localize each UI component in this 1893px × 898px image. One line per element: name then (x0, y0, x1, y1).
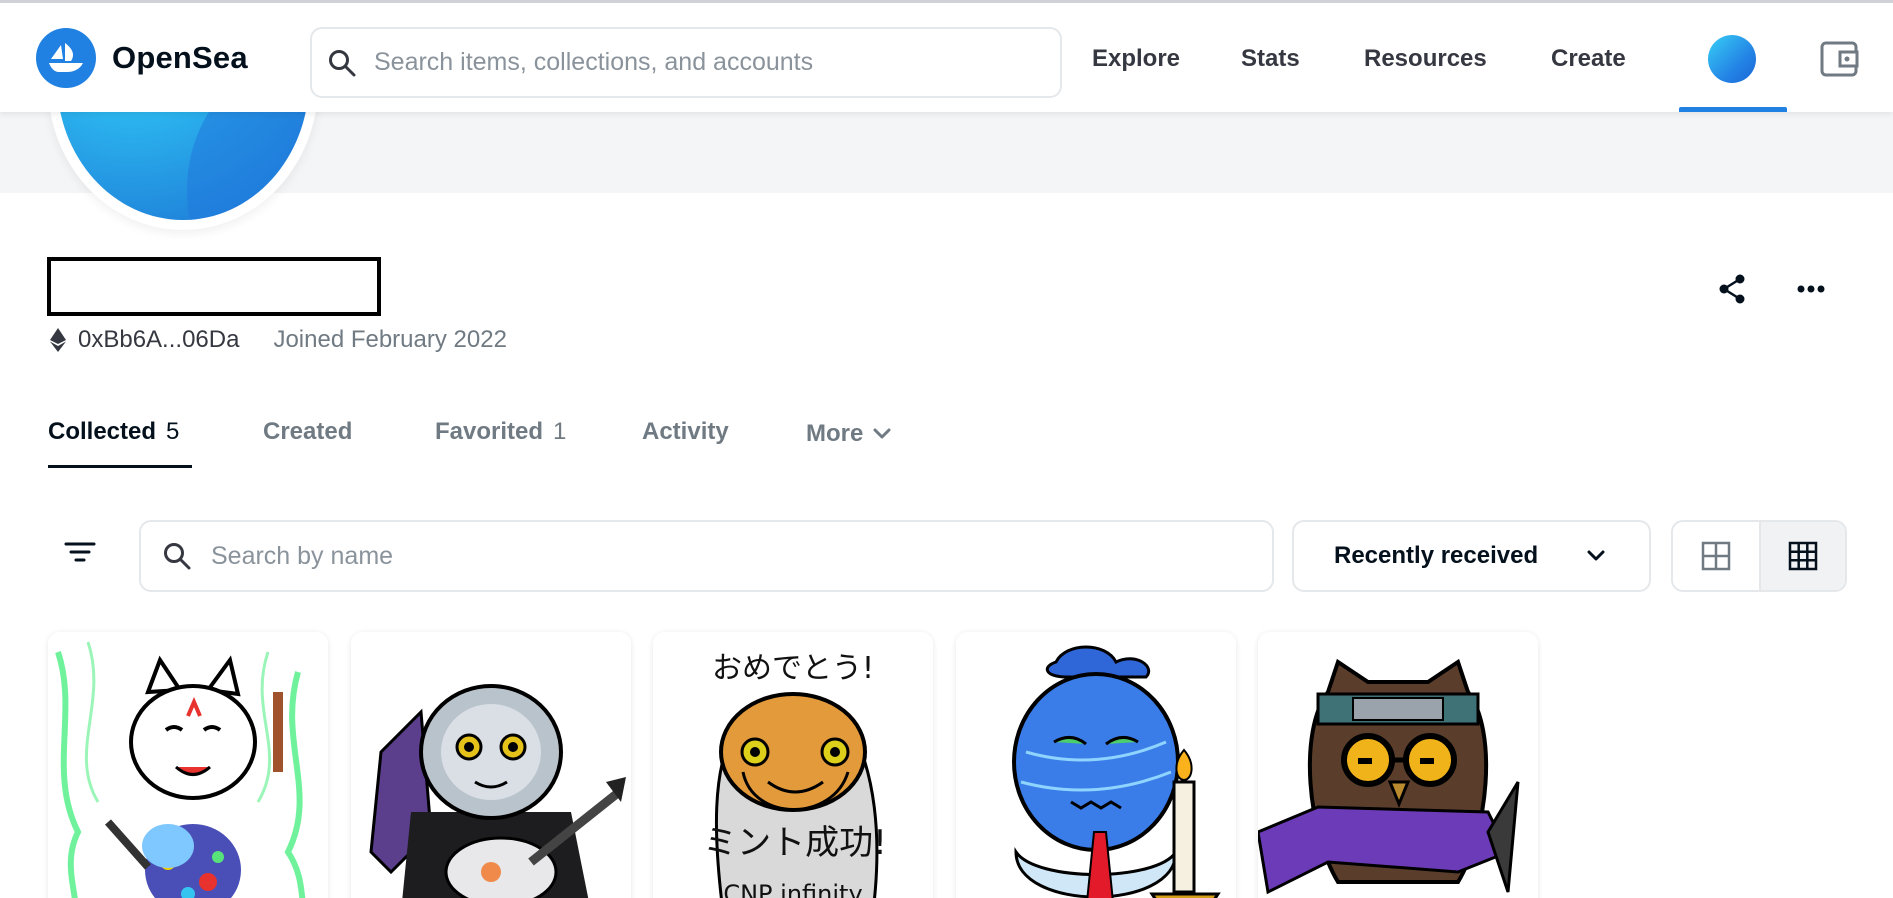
ethereum-icon (50, 328, 66, 352)
tab-created[interactable]: Created (263, 418, 352, 446)
nav-explore[interactable]: Explore (1092, 45, 1180, 73)
tab-more[interactable]: More (806, 420, 891, 448)
top-navbar: OpenSea Search items, collections, and a… (0, 0, 1893, 112)
view-toggle (1671, 520, 1847, 592)
chevron-down-icon (1587, 550, 1605, 561)
ellipsis-icon (1797, 285, 1825, 293)
more-options-button[interactable] (1797, 280, 1825, 298)
nft-card-kitsune-mask-ninja[interactable] (48, 632, 328, 898)
compact-grid-button[interactable] (1759, 522, 1845, 590)
large-grid-icon (1701, 541, 1731, 571)
wallet-address[interactable]: 0xBb6A...06Da (78, 326, 239, 354)
search-icon (164, 543, 191, 570)
tab-count: 5 (166, 418, 180, 445)
search-icon (329, 49, 356, 76)
tab-collected[interactable]: Collected 5 (48, 418, 179, 446)
nav-resources[interactable]: Resources (1364, 45, 1487, 73)
nft-image: おめでとう! ミント成功! CNP infinity (653, 632, 933, 898)
tab-label: Favorited (435, 418, 544, 445)
global-search-input[interactable]: Search items, collections, and accounts (310, 27, 1062, 98)
wallet-icon[interactable] (1820, 41, 1860, 82)
nft-card-orange-snake-congrats[interactable]: おめでとう! ミント成功! CNP infinity (653, 632, 933, 898)
tab-favorited[interactable]: Favorited 1 (435, 418, 566, 446)
filter-button[interactable] (64, 540, 96, 569)
global-search-placeholder: Search items, collections, and accounts (374, 48, 814, 76)
filter-icon (64, 542, 96, 562)
tab-activity[interactable]: Activity (642, 418, 729, 446)
profile-meta: 0xBb6A...06Da Joined February 2022 (50, 326, 507, 354)
nft-image (351, 632, 631, 898)
nft-caption-bottom: ミント成功! (703, 823, 887, 863)
nav-create[interactable]: Create (1551, 45, 1626, 73)
nft-image (956, 632, 1236, 898)
tab-label: Collected (48, 418, 157, 445)
sort-selected-value: Recently received (1334, 542, 1539, 569)
compact-grid-icon (1788, 541, 1818, 571)
tab-label: Created (263, 418, 353, 445)
nav-profile-avatar[interactable] (1708, 35, 1756, 83)
nft-caption-top: おめでとう! (712, 651, 874, 686)
tab-count: 1 (553, 418, 567, 445)
large-grid-button[interactable] (1673, 522, 1759, 590)
nft-card-silver-snake-guitarist[interactable] (351, 632, 631, 898)
nav-active-indicator (1679, 107, 1787, 112)
opensea-logo[interactable]: OpenSea (36, 28, 248, 88)
share-button[interactable] (1718, 274, 1746, 309)
opensea-boat-icon (36, 28, 96, 88)
profile-name-redacted (47, 257, 381, 316)
item-search-input[interactable]: Search by name (139, 520, 1274, 592)
chevron-down-icon (873, 428, 891, 439)
share-icon (1719, 274, 1745, 304)
sort-dropdown[interactable]: Recently received (1292, 520, 1651, 592)
item-search-placeholder: Search by name (211, 541, 394, 570)
nft-caption-footer: CNP infinity (723, 880, 862, 898)
nft-image (1258, 632, 1538, 898)
nft-card-blue-ghost-candle[interactable] (956, 632, 1236, 898)
tab-label: More (806, 420, 864, 447)
active-tab-indicator (48, 465, 192, 468)
nav-stats[interactable]: Stats (1241, 45, 1300, 73)
joined-date: Joined February 2022 (273, 326, 507, 353)
nft-card-owl-ninja[interactable] (1258, 632, 1538, 898)
nft-image (48, 632, 328, 898)
tab-label: Activity (642, 418, 729, 445)
logo-wordmark: OpenSea (112, 40, 248, 75)
